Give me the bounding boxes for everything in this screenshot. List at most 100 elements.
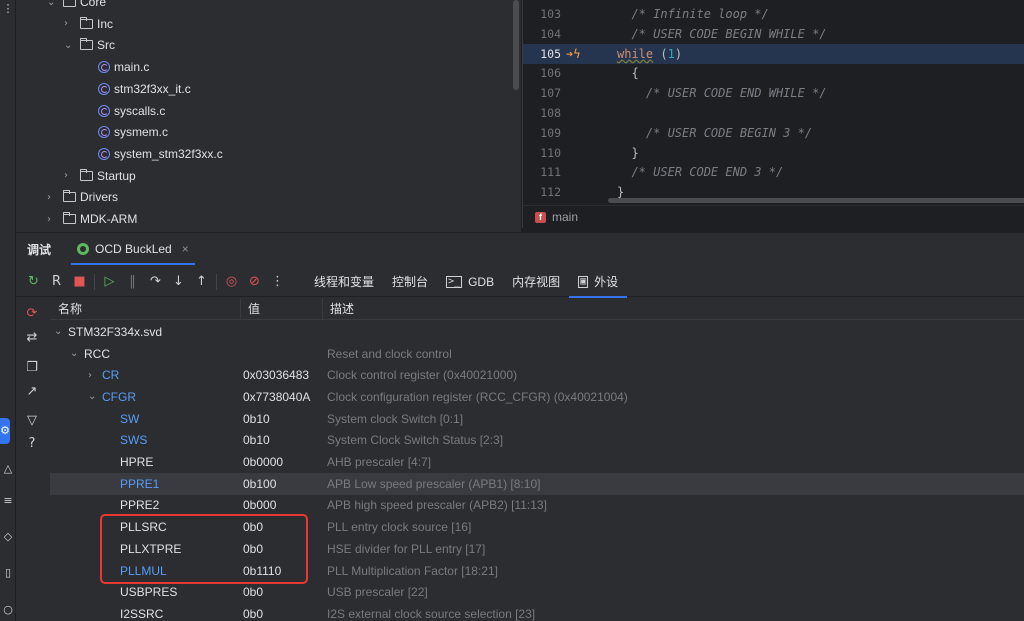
tree-folder[interactable]: › Drivers xyxy=(47,187,118,207)
table-row[interactable]: ⌄ CFGR 0x7738040A Clock configuration regis… xyxy=(50,386,1024,408)
chevron-right-icon[interactable]: › xyxy=(47,192,59,203)
tree-folder[interactable]: › Inc xyxy=(64,14,113,34)
rerun-icon[interactable]: ↻ xyxy=(22,271,45,293)
debug-tool-window-button[interactable]: ⚙ xyxy=(0,418,10,444)
tree-folder[interactable]: ⌄ Src xyxy=(64,35,115,55)
chevron-down-icon[interactable]: ⌄ xyxy=(54,326,68,337)
register-value[interactable]: 0b10 xyxy=(243,412,270,426)
tree-file[interactable]: stm32f3xx_it.c xyxy=(98,79,191,99)
terminal-icon[interactable]: ▯ xyxy=(1,566,15,580)
code-line[interactable]: 104 /* USER CODE BEGIN WHILE */ xyxy=(523,24,1024,44)
chevron-down-icon[interactable]: ⌄ xyxy=(64,40,76,51)
step-out-icon[interactable]: ↑ xyxy=(190,271,213,293)
debug-tab-3[interactable]: 内存视图 xyxy=(503,267,569,297)
table-row[interactable]: HPRE 0b0000 AHB prescaler [4:7] xyxy=(50,451,1024,473)
help-icon[interactable]: ? xyxy=(24,436,40,452)
debug-tab-0[interactable]: 线程和变量 xyxy=(305,267,383,297)
editor-horizontal-scrollbar[interactable] xyxy=(608,198,1024,203)
column-header-name[interactable]: 名称 xyxy=(58,298,82,320)
code-line[interactable]: 109 /* USER CODE BEGIN 3 */ xyxy=(523,123,1024,143)
column-header-value[interactable]: 值 xyxy=(248,298,260,320)
view-breakpoints-icon[interactable]: ◎ xyxy=(220,271,243,293)
chevron-right-icon[interactable]: › xyxy=(88,370,102,381)
refresh-icon[interactable]: ⟳ xyxy=(24,306,40,322)
code-line[interactable]: 110 } xyxy=(523,143,1024,163)
tree-file[interactable]: syscalls.c xyxy=(98,101,165,121)
code-line[interactable]: 103 /* Infinite loop */ xyxy=(523,4,1024,24)
debug-tab-1[interactable]: 控制台 xyxy=(383,267,437,297)
chevron-right-icon[interactable]: › xyxy=(64,18,76,29)
tree-folder[interactable]: › MDK-ARM xyxy=(47,209,137,229)
code-line[interactable]: 108 xyxy=(523,103,1024,123)
editor-breadcrumb[interactable]: f main xyxy=(522,205,1024,228)
session-tab[interactable]: OCD BuckLed × xyxy=(71,233,195,265)
register-value[interactable]: 0x03036483 xyxy=(243,368,309,382)
project-tree-scrollbar[interactable] xyxy=(513,0,519,90)
step-over-icon[interactable]: ↷ xyxy=(144,271,167,293)
pause-icon[interactable]: ‖ xyxy=(121,271,144,293)
line-number[interactable]: 105 xyxy=(523,47,561,61)
line-number[interactable]: 108 xyxy=(523,106,561,120)
chevron-right-icon[interactable]: › xyxy=(64,170,76,181)
code-line[interactable]: 107 /* USER CODE END WHILE */ xyxy=(523,83,1024,103)
open-external-icon[interactable]: ↗ xyxy=(24,384,40,400)
chevron-down-icon[interactable]: ⌄ xyxy=(88,391,102,402)
code-line[interactable]: 105 ➔ϟ while (1) xyxy=(523,43,1024,64)
tree-folder[interactable]: › Startup xyxy=(64,166,136,186)
tree-folder[interactable]: ⌄ Core xyxy=(47,0,106,12)
tree-file[interactable]: sysmem.c xyxy=(98,122,168,142)
execution-point-icon[interactable]: ➔ϟ xyxy=(561,47,617,61)
line-number[interactable]: 109 xyxy=(523,126,561,140)
breadcrumb-function-label[interactable]: main xyxy=(552,210,578,224)
table-row[interactable]: I2SSRC 0b0 I2S external clock source selec… xyxy=(50,603,1024,621)
line-number[interactable]: 103 xyxy=(523,7,561,21)
line-number[interactable]: 111 xyxy=(523,165,561,179)
register-value[interactable]: 0b0 xyxy=(243,585,263,599)
close-icon[interactable]: × xyxy=(182,242,189,256)
reset-icon[interactable]: R xyxy=(45,271,68,293)
chevron-down-icon[interactable]: ⌄ xyxy=(70,348,84,359)
line-number[interactable]: 112 xyxy=(523,185,561,199)
git-icon[interactable]: ◇ xyxy=(1,530,15,544)
table-row[interactable]: › CR 0x03036483 Clock control register (0x4… xyxy=(50,364,1024,386)
resume-icon[interactable]: ▷ xyxy=(98,271,121,293)
mute-breakpoints-icon[interactable]: ⊘ xyxy=(243,271,266,293)
register-value[interactable]: 0b0000 xyxy=(243,455,283,469)
line-number[interactable]: 107 xyxy=(523,86,561,100)
problems-icon[interactable]: ≡ xyxy=(1,494,15,508)
line-number[interactable]: 106 xyxy=(523,66,561,80)
line-number[interactable]: 110 xyxy=(523,146,561,160)
tree-file[interactable]: system_stm32f3xx.c xyxy=(98,144,223,164)
stop-icon[interactable]: ■ xyxy=(68,271,91,293)
line-number[interactable]: 104 xyxy=(523,27,561,41)
debug-tab-2[interactable]: >_ GDB xyxy=(437,267,503,297)
column-header-description[interactable]: 描述 xyxy=(330,298,354,320)
debug-tab-4[interactable]: ▣ 外设 xyxy=(569,267,628,298)
filter-icon[interactable]: ▽ xyxy=(24,413,40,429)
structure-icon[interactable]: ⋮ xyxy=(1,2,15,16)
code-line[interactable]: 106 { xyxy=(523,63,1024,83)
warning-icon[interactable]: △ xyxy=(1,462,15,476)
table-row[interactable]: PPRE1 0b100 APB Low speed prescaler (APB1)… xyxy=(50,472,1024,495)
more-options-icon[interactable]: ⋮ xyxy=(266,271,289,293)
register-value[interactable]: 0x7738040A xyxy=(243,390,310,404)
register-name: PPRE2 xyxy=(120,498,160,513)
code-editor[interactable]: 103 /* Infinite loop */104 /* USER CODE … xyxy=(522,0,1024,205)
register-value[interactable]: 0b0 xyxy=(243,607,263,621)
sync-icon[interactable]: ⇄ xyxy=(24,330,40,346)
copy-icon[interactable]: ❐ xyxy=(24,360,40,376)
table-row[interactable]: SWS 0b10 System Clock Switch Status [2:3] xyxy=(50,430,1024,452)
chevron-right-icon[interactable]: › xyxy=(47,214,59,225)
table-row[interactable]: ⌄ STM32F334x.svd xyxy=(50,321,1024,343)
register-value[interactable]: 0b100 xyxy=(243,477,276,491)
tree-file[interactable]: main.c xyxy=(98,57,149,77)
step-into-icon[interactable]: ↓ xyxy=(167,271,190,293)
code-line[interactable]: 111 /* USER CODE END 3 */ xyxy=(523,162,1024,182)
table-row[interactable]: USBPRES 0b0 USB prescaler [22] xyxy=(50,581,1024,603)
table-row[interactable]: ⌄ RCC Reset and clock control xyxy=(50,343,1024,365)
info-icon[interactable]: ○ xyxy=(1,603,15,617)
register-value[interactable]: 0b10 xyxy=(243,433,270,447)
chevron-down-icon[interactable]: ⌄ xyxy=(47,0,59,8)
register-value[interactable]: 0b000 xyxy=(243,498,276,512)
table-row[interactable]: SW 0b10 System clock Switch [0:1] xyxy=(50,408,1024,430)
